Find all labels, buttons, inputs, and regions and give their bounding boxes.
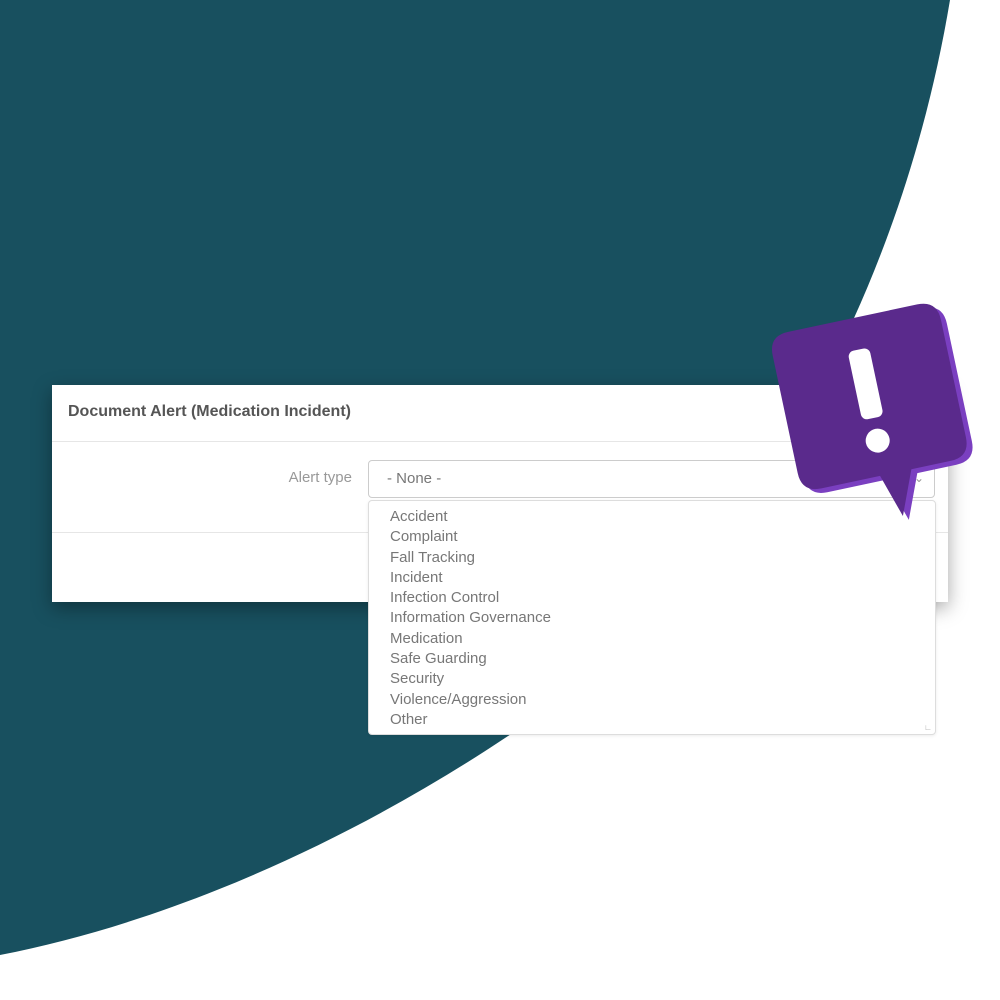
dropdown-option-medication[interactable]: Medication xyxy=(390,629,935,649)
alert-type-label: Alert type xyxy=(288,469,352,486)
dropdown-option-incident[interactable]: Incident xyxy=(390,568,935,588)
dropdown-option-security[interactable]: Security xyxy=(390,669,935,689)
dropdown-option-infection-control[interactable]: Infection Control xyxy=(390,588,935,608)
dropdown-option-violence-aggression[interactable]: Violence/Aggression xyxy=(390,690,935,710)
dropdown-option-other[interactable]: Other xyxy=(390,710,935,730)
dropdown-option-safe-guarding[interactable]: Safe Guarding xyxy=(390,649,935,669)
dropdown-option-fall-tracking[interactable]: Fall Tracking xyxy=(390,548,935,568)
dropdown-option-information-governance[interactable]: Information Governance xyxy=(390,608,935,628)
exclamation-speech-bubble-icon xyxy=(772,303,973,520)
select-value: - None - xyxy=(387,470,442,487)
resize-handle-icon[interactable]: ∟ xyxy=(924,723,932,732)
